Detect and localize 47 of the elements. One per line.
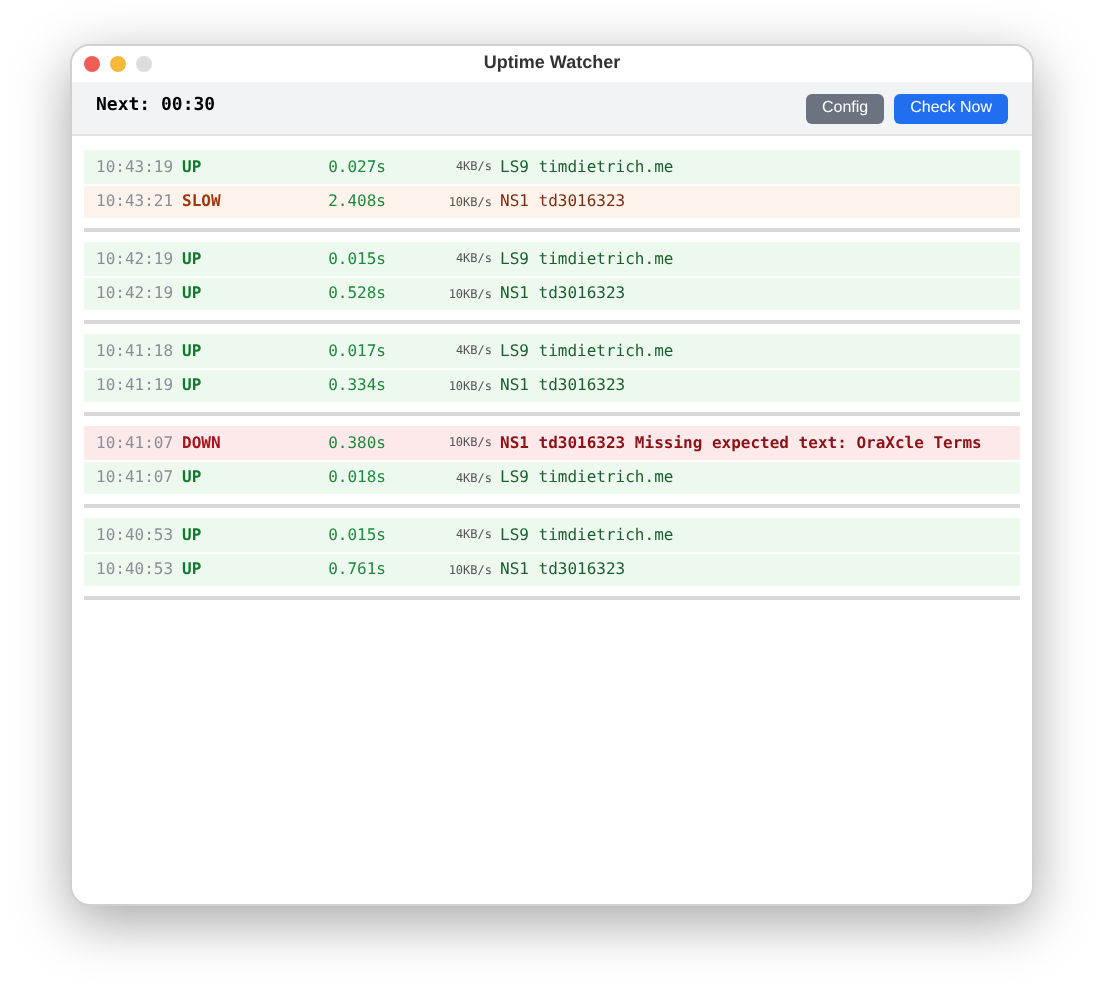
check-now-button[interactable]: Check Now	[894, 93, 1008, 123]
latency-text: 0.027s	[326, 155, 386, 179]
status-text: SLOW	[182, 190, 223, 214]
time-text: 10:41:07	[96, 431, 176, 455]
time-text: 10:42:19	[96, 247, 176, 271]
latency-text: 0.380s	[326, 431, 386, 455]
time-text: 10:41:19	[96, 374, 176, 398]
close-icon[interactable]	[84, 56, 100, 72]
latency-text: 0.761s	[326, 558, 386, 582]
target-text: NS1 td3016323	[500, 282, 626, 306]
zoom-icon	[136, 56, 152, 72]
target-text: LS9 timdietrich.me	[500, 339, 674, 363]
time-text: 10:41:18	[96, 339, 176, 363]
latency-text: 0.015s	[326, 523, 386, 547]
status-text: DOWN	[182, 431, 223, 455]
status-text: UP	[182, 374, 204, 398]
minimize-icon[interactable]	[110, 56, 126, 72]
config-button[interactable]: Config	[805, 93, 885, 123]
window-title: Uptime Watcher	[483, 50, 621, 77]
latency-text: 0.015s	[326, 247, 386, 271]
countdown-label: Next: 00:30	[96, 94, 216, 121]
status-text: UP	[182, 339, 204, 363]
target-text: NS1 td3016323	[500, 190, 626, 214]
status-text: UP	[182, 523, 204, 547]
status-text: UP	[182, 466, 204, 490]
target-text: NS1 td3016323	[500, 374, 626, 398]
time-text: 10:40:53	[96, 523, 176, 547]
target-text: LS9 timdietrich.me	[500, 466, 674, 490]
status-text: UP	[182, 247, 204, 271]
time-text: 10:43:19	[96, 155, 176, 179]
status-text: UP	[182, 282, 204, 306]
target-text: NS1 td3016323 Missing expected text: OraXcle Terms	[500, 431, 982, 455]
time-text: 10:42:19	[96, 282, 176, 306]
status-text: UP	[182, 558, 204, 582]
time-text: 10:41:07	[96, 466, 176, 490]
target-text: NS1 td3016323	[500, 558, 626, 582]
time-text: 10:43:21	[96, 190, 176, 214]
time-text: 10:40:53	[96, 558, 176, 582]
latency-text: 0.334s	[326, 374, 386, 398]
status-text: UP	[182, 155, 204, 179]
latency-text: 0.017s	[326, 339, 386, 363]
latency-text: 2.408s	[326, 190, 386, 214]
latency-text: 0.528s	[326, 282, 386, 306]
latency-text: 0.018s	[326, 466, 386, 490]
target-text: LS9 timdietrich.me	[500, 247, 674, 271]
target-text: LS9 timdietrich.me	[500, 155, 674, 179]
target-text: LS9 timdietrich.me	[500, 523, 674, 547]
